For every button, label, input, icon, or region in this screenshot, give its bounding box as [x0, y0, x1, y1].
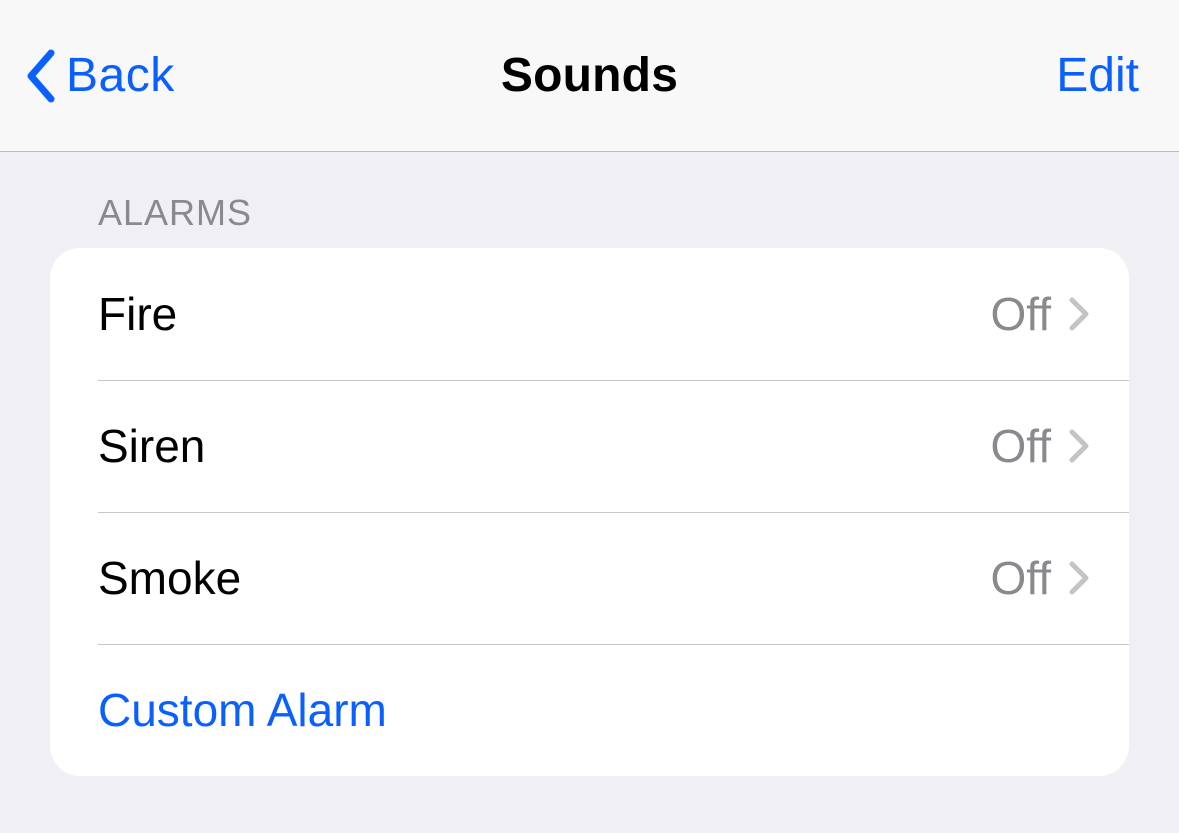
back-button[interactable]: Back — [24, 48, 175, 103]
row-label: Siren — [98, 419, 990, 473]
page-title: Sounds — [501, 48, 678, 103]
alarms-list: Fire Off Siren Off Smoke Off Custom Alar… — [50, 248, 1129, 776]
alarm-row-fire[interactable]: Fire Off — [50, 248, 1129, 380]
section-header-alarms: ALARMS — [50, 152, 1129, 248]
row-label: Smoke — [98, 551, 990, 605]
chevron-right-icon — [1069, 429, 1089, 463]
row-label: Custom Alarm — [98, 683, 1089, 737]
row-value: Off — [990, 419, 1051, 473]
alarm-row-smoke[interactable]: Smoke Off — [50, 512, 1129, 644]
row-value: Off — [990, 287, 1051, 341]
edit-button[interactable]: Edit — [1056, 48, 1139, 103]
custom-alarm-button[interactable]: Custom Alarm — [50, 644, 1129, 776]
chevron-right-icon — [1069, 297, 1089, 331]
content-area: ALARMS Fire Off Siren Off Smoke Off Cust… — [0, 152, 1179, 776]
alarm-row-siren[interactable]: Siren Off — [50, 380, 1129, 512]
row-label: Fire — [98, 287, 990, 341]
row-value: Off — [990, 551, 1051, 605]
navigation-bar: Back Sounds Edit — [0, 0, 1179, 152]
chevron-left-icon — [24, 49, 56, 103]
back-label: Back — [66, 48, 175, 103]
chevron-right-icon — [1069, 561, 1089, 595]
